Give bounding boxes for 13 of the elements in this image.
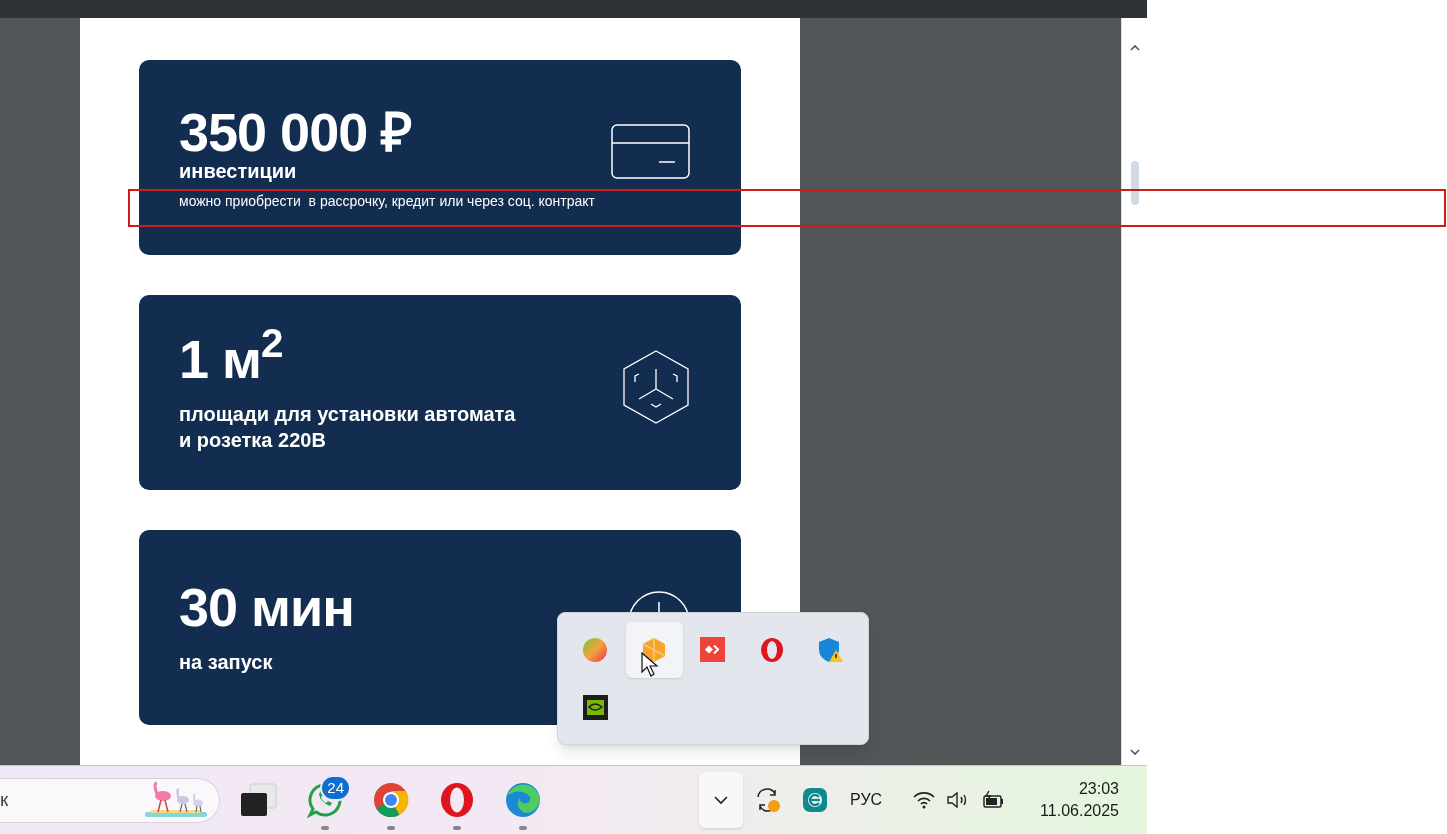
clock-date[interactable]: 11.06.2025: [1040, 800, 1119, 822]
card-title: 350 000 ₽: [179, 105, 413, 158]
card-note: можно приобрести в рассрочку, кредит или через соц. контракт: [179, 191, 595, 210]
card-subtitle: инвестиции: [179, 158, 298, 184]
card-title: 30 мин: [179, 580, 354, 633]
card-subtitle: на запуск: [179, 649, 274, 675]
card-subtitle: площади для установки автомата и розетка 220В: [179, 401, 516, 453]
search-field[interactable]: к: [0, 777, 220, 823]
language-indicator[interactable]: РУС: [850, 788, 883, 812]
notification-badge: 24: [320, 775, 351, 801]
search-placeholder: к: [0, 787, 10, 812]
clock-time[interactable]: 23:03: [1078, 778, 1119, 800]
taskbar-app-button[interactable]: 24: [299, 772, 351, 828]
